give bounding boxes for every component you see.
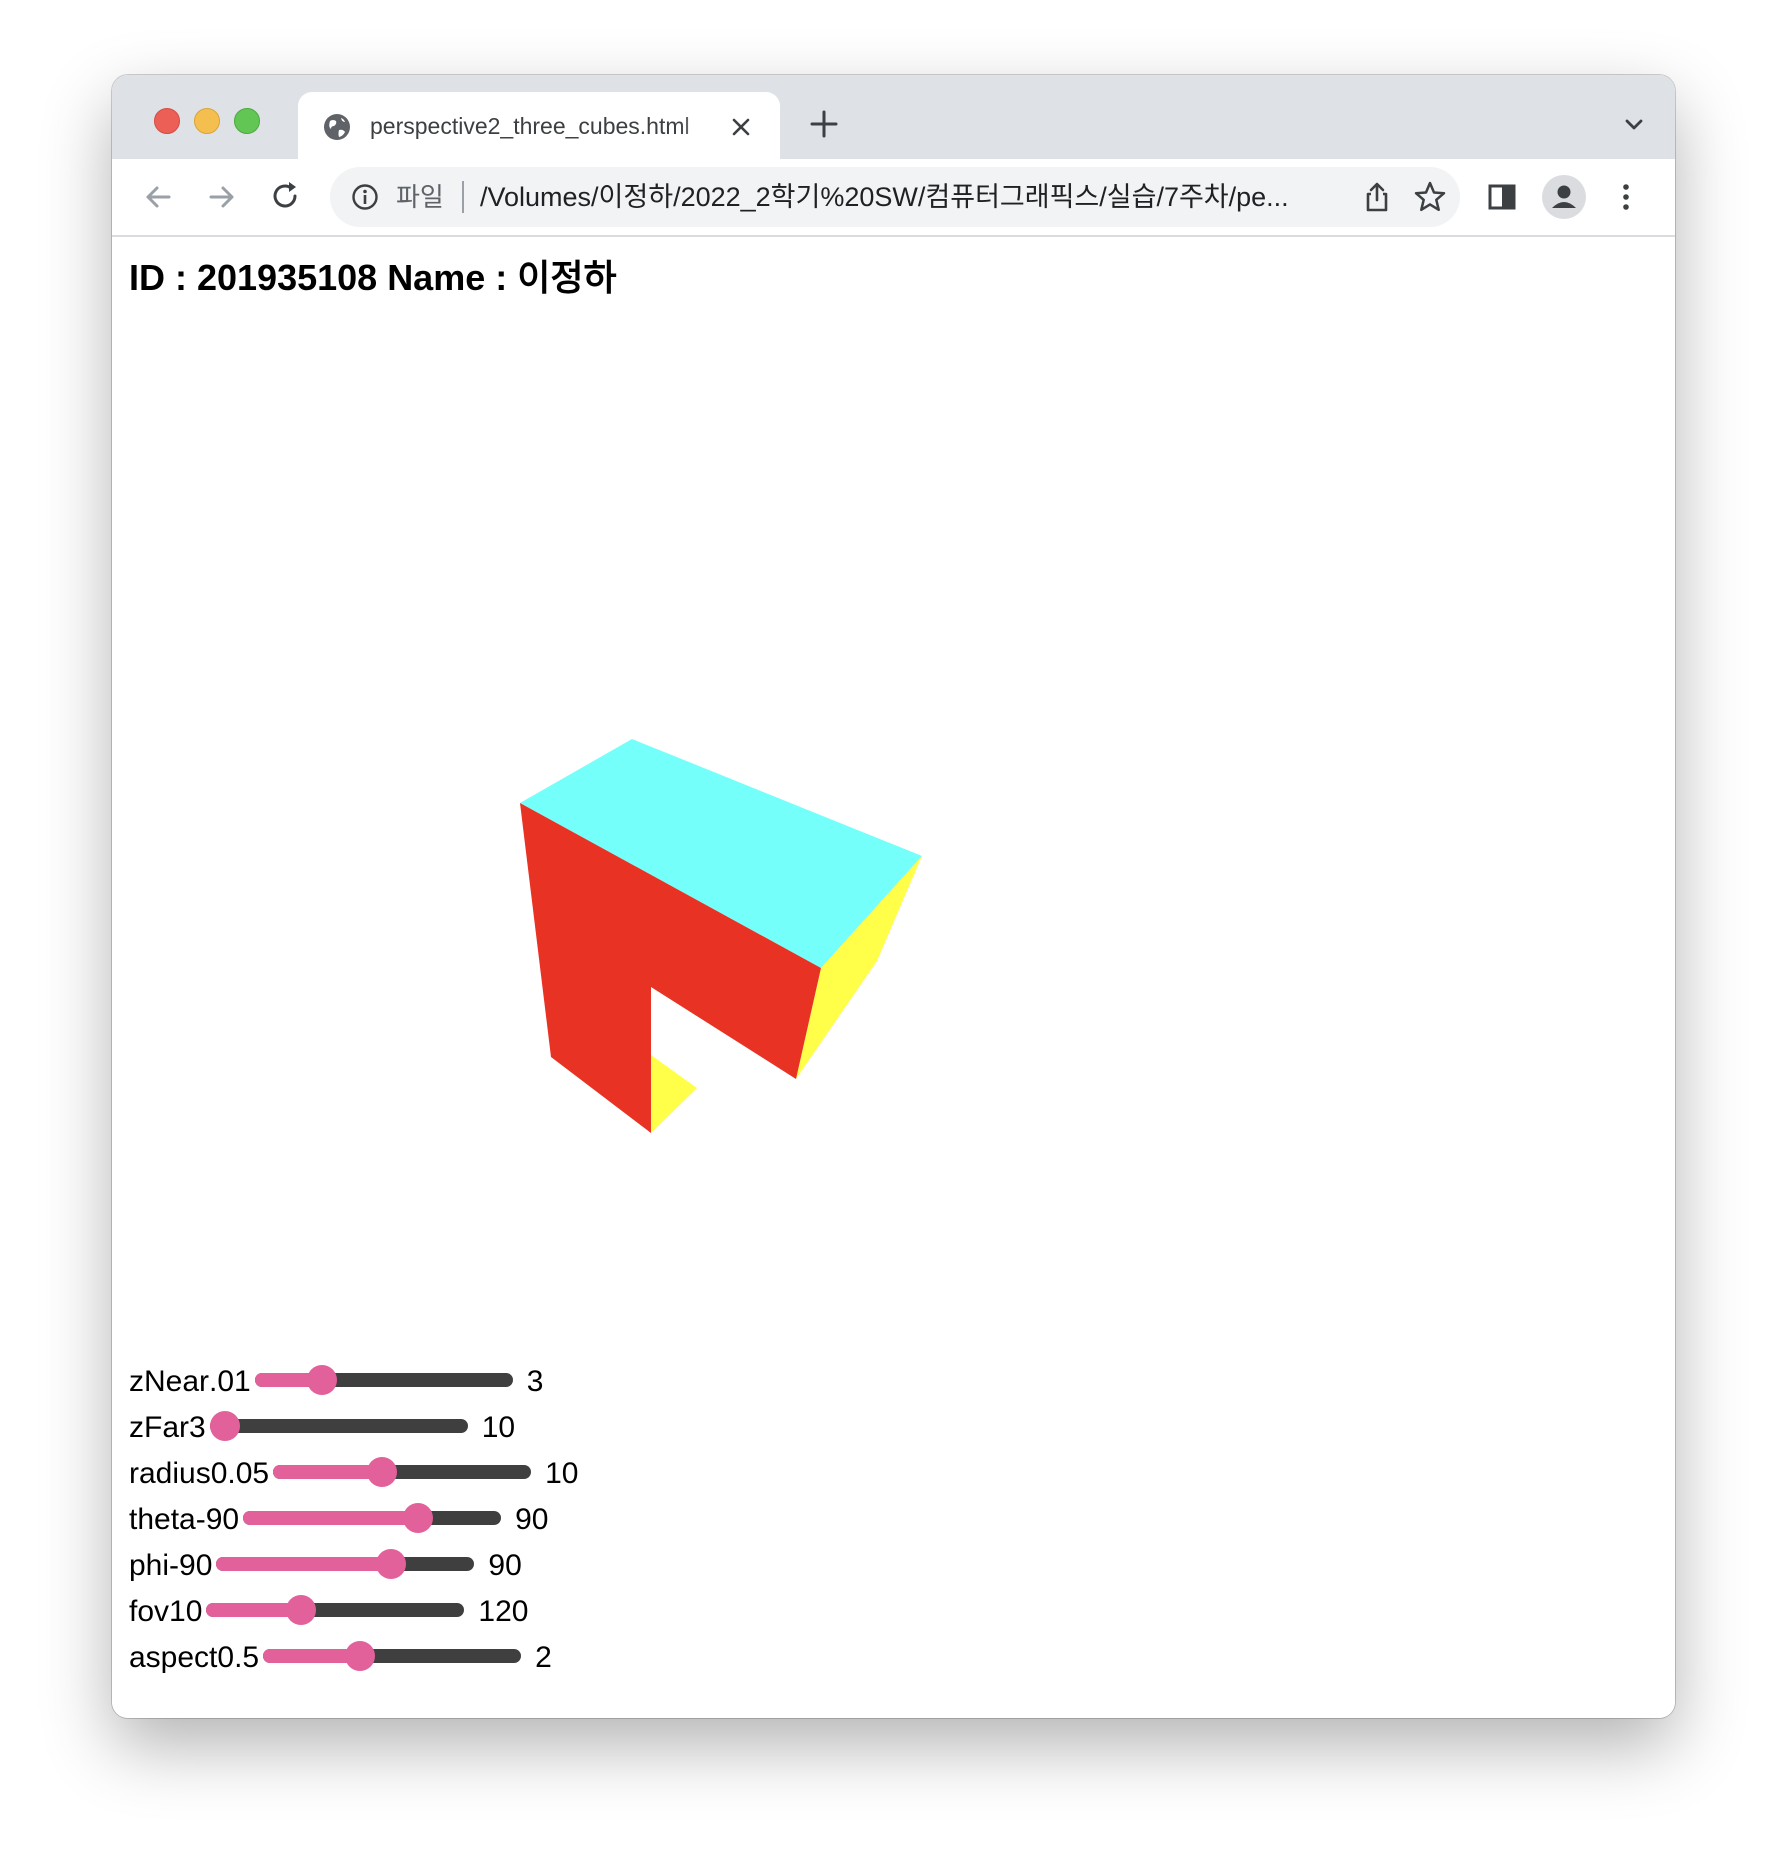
slider-min-phi: -90 [169, 1549, 213, 1582]
tab-title: perspective2_three_cubes.html [370, 113, 690, 139]
slider-thumb-phi[interactable] [376, 1549, 406, 1579]
slider-aspect[interactable] [263, 1641, 522, 1671]
slider-thumb-fov[interactable] [286, 1595, 317, 1625]
slider-row-aspect: aspect 0.5 2 [129, 1635, 578, 1681]
back-arrow-icon[interactable] [140, 179, 176, 215]
browser-window: perspective2_three_cubes.html 파일 /Volume… [112, 75, 1675, 1718]
page-content: ID : 201935108 Name : 이정하 zNear .01 3 zFar… [112, 237, 1675, 1718]
slider-fill-radius [273, 1465, 379, 1479]
slider-min-zNear: .01 [209, 1365, 251, 1398]
bookmark-star-icon[interactable] [1412, 179, 1448, 215]
slider-row-radius: radius 0.05 10 [129, 1451, 578, 1497]
slider-thumb-aspect[interactable] [345, 1641, 376, 1671]
slider-zNear[interactable] [254, 1365, 513, 1395]
slider-min-fov: 10 [169, 1595, 203, 1628]
slider-row-phi: phi -90 90 [129, 1543, 578, 1589]
slider-row-zFar: zFar 3 10 [129, 1405, 578, 1451]
slider-label-aspect: aspect [129, 1641, 218, 1674]
slider-thumb-theta[interactable] [402, 1503, 433, 1533]
slider-label-theta: theta [129, 1503, 196, 1536]
url-text[interactable]: /Volumes/이정하/2022_2학기%20SW/컴퓨터그래픽스/실습/7주… [480, 167, 1350, 227]
slider-row-theta: theta -90 90 [129, 1497, 578, 1543]
slider-fill-theta [243, 1511, 424, 1525]
slider-row-fov: fov 10 120 [129, 1589, 578, 1635]
toolbar: 파일 /Volumes/이정하/2022_2학기%20SW/컴퓨터그래픽스/실습… [112, 159, 1675, 237]
minimize-window-button[interactable] [194, 108, 220, 134]
slider-max-radius: 10 [545, 1457, 579, 1490]
webgl-canvas[interactable] [112, 301, 1675, 1301]
slider-fill-zNear [254, 1373, 315, 1387]
slider-thumb-radius[interactable] [366, 1457, 397, 1487]
forward-arrow-icon[interactable] [204, 179, 240, 215]
chevron-down-icon[interactable] [1620, 111, 1648, 139]
slider-row-zNear: zNear .01 3 [129, 1359, 578, 1405]
slider-theta[interactable] [243, 1503, 502, 1533]
slider-label-zNear: zNear [129, 1365, 210, 1398]
info-icon[interactable] [350, 182, 380, 212]
new-tab-icon[interactable] [807, 107, 841, 141]
slider-fill-phi [216, 1557, 397, 1571]
slider-max-fov: 120 [478, 1595, 529, 1628]
slider-max-aspect: 2 [535, 1641, 552, 1674]
slider-label-radius: radius [129, 1457, 211, 1490]
reload-icon[interactable] [268, 179, 304, 215]
cube-notch-face [651, 1055, 697, 1133]
slider-fov[interactable] [206, 1595, 465, 1625]
slider-min-aspect: 0.5 [217, 1641, 260, 1674]
slider-zFar[interactable] [209, 1411, 468, 1441]
close-tab-icon[interactable] [728, 114, 754, 140]
slider-thumb-zFar[interactable] [209, 1411, 240, 1441]
more-menu-icon[interactable] [1608, 179, 1644, 215]
slider-max-phi: 90 [488, 1549, 522, 1582]
tab-strip: perspective2_three_cubes.html [112, 75, 1675, 159]
file-scheme-label: 파일 [396, 182, 444, 212]
slider-panel: zNear .01 3 zFar 3 10 radius 0.05 10 theta -90… [129, 1359, 578, 1681]
slider-max-zNear: 3 [526, 1365, 544, 1398]
side-panel-icon[interactable] [1484, 179, 1520, 215]
tab-active[interactable]: perspective2_three_cubes.html [298, 92, 780, 159]
address-separator [462, 181, 464, 213]
slider-fill-aspect [263, 1649, 356, 1663]
slider-fill-fov [206, 1603, 297, 1617]
slider-label-zFar: zFar [129, 1411, 189, 1444]
slider-min-theta: -90 [195, 1503, 240, 1536]
close-window-button[interactable] [154, 108, 180, 134]
slider-min-radius: 0.05 [210, 1457, 270, 1490]
maximize-window-button[interactable] [234, 108, 260, 134]
share-icon[interactable] [1360, 180, 1394, 214]
address-bar[interactable]: 파일 /Volumes/이정하/2022_2학기%20SW/컴퓨터그래픽스/실습… [330, 167, 1460, 227]
slider-min-zFar: 3 [189, 1411, 206, 1444]
globe-icon [324, 114, 350, 140]
slider-max-zFar: 10 [481, 1411, 516, 1444]
page-heading: ID : 201935108 Name : 이정하 [129, 257, 617, 298]
slider-thumb-zNear[interactable] [307, 1365, 338, 1395]
slider-label-phi: phi [129, 1549, 170, 1582]
slider-max-theta: 90 [515, 1503, 549, 1536]
slider-phi[interactable] [216, 1549, 475, 1579]
slider-label-fov: fov [129, 1595, 170, 1628]
profile-avatar-icon[interactable] [1540, 173, 1588, 221]
slider-radius[interactable] [273, 1457, 532, 1487]
